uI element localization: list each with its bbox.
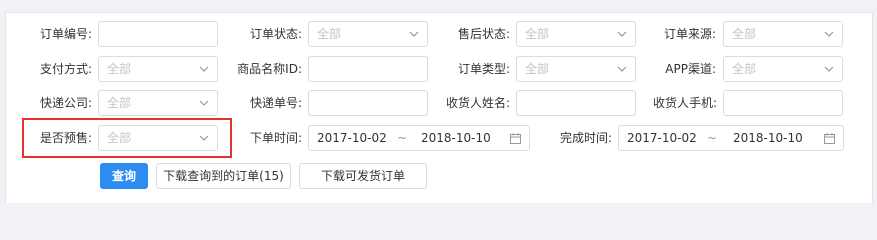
after-sale-status-select[interactable]: 全部 — [516, 21, 636, 47]
payment-method-label: 支付方式: — [39, 62, 92, 76]
tracking-no-input[interactable] — [308, 90, 428, 116]
receiver-name-label: 收货人姓名: — [445, 96, 510, 110]
product-name-label: 商品名称ID: — [237, 62, 302, 76]
query-button[interactable]: 查询 — [100, 163, 148, 189]
chevron-down-icon — [199, 100, 209, 106]
chevron-down-icon — [617, 66, 627, 72]
order-no-label: 订单编号: — [39, 27, 92, 41]
order-time-separator: ~ — [397, 131, 408, 145]
app-channel-value: 全部 — [732, 62, 757, 76]
chevron-down-icon — [824, 31, 834, 37]
courier-company-select[interactable]: 全部 — [98, 90, 218, 116]
download-query-button[interactable]: 下载查询到的订单(15) — [156, 163, 291, 189]
order-no-input[interactable] — [98, 21, 218, 47]
order-status-select[interactable]: 全部 — [308, 21, 428, 47]
order-type-value: 全部 — [525, 62, 550, 76]
order-time-end: 2018-10-10 — [421, 131, 491, 145]
payment-method-select[interactable]: 全部 — [98, 56, 218, 82]
payment-method-value: 全部 — [107, 62, 132, 76]
finish-time-label: 完成时间: — [559, 131, 612, 145]
presale-value: 全部 — [107, 131, 132, 145]
order-type-select[interactable]: 全部 — [516, 56, 636, 82]
product-name-input[interactable] — [308, 56, 428, 82]
chevron-down-icon — [199, 66, 209, 72]
receiver-phone-label: 收货人手机: — [652, 96, 717, 110]
chevron-down-icon — [617, 31, 627, 37]
calendar-icon — [510, 133, 521, 144]
after-sale-status-value: 全部 — [525, 27, 550, 41]
order-source-value: 全部 — [732, 27, 757, 41]
chevron-down-icon — [409, 31, 419, 37]
courier-company-value: 全部 — [107, 96, 132, 110]
presale-select[interactable]: 全部 — [98, 125, 218, 151]
order-source-label: 订单来源: — [663, 27, 716, 41]
app-channel-select[interactable]: 全部 — [723, 56, 843, 82]
order-status-label: 订单状态: — [249, 27, 302, 41]
finish-time-range[interactable]: 2017-10-02 ~ 2018-10-10 — [618, 125, 844, 151]
order-time-label: 下单时间: — [249, 131, 302, 145]
courier-company-label: 快递公司: — [39, 96, 92, 110]
order-type-label: 订单类型: — [457, 62, 510, 76]
chevron-down-icon — [824, 66, 834, 72]
finish-time-end: 2018-10-10 — [733, 131, 803, 145]
order-source-select[interactable]: 全部 — [723, 21, 843, 47]
download-shippable-button[interactable]: 下载可发货订单 — [299, 163, 427, 189]
calendar-icon — [824, 133, 835, 144]
app-channel-label: APP渠道: — [665, 62, 716, 76]
finish-time-start: 2017-10-02 — [627, 131, 697, 145]
finish-time-separator: ~ — [707, 131, 718, 145]
receiver-phone-input[interactable] — [723, 90, 843, 116]
order-status-value: 全部 — [317, 27, 342, 41]
order-time-range[interactable]: 2017-10-02 ~ 2018-10-10 — [308, 125, 530, 151]
presale-label: 是否预售: — [39, 131, 92, 145]
after-sale-status-label: 售后状态: — [457, 27, 510, 41]
tracking-no-label: 快递单号: — [249, 96, 302, 110]
order-time-start: 2017-10-02 — [317, 131, 387, 145]
chevron-down-icon — [199, 135, 209, 141]
receiver-name-input[interactable] — [516, 90, 636, 116]
